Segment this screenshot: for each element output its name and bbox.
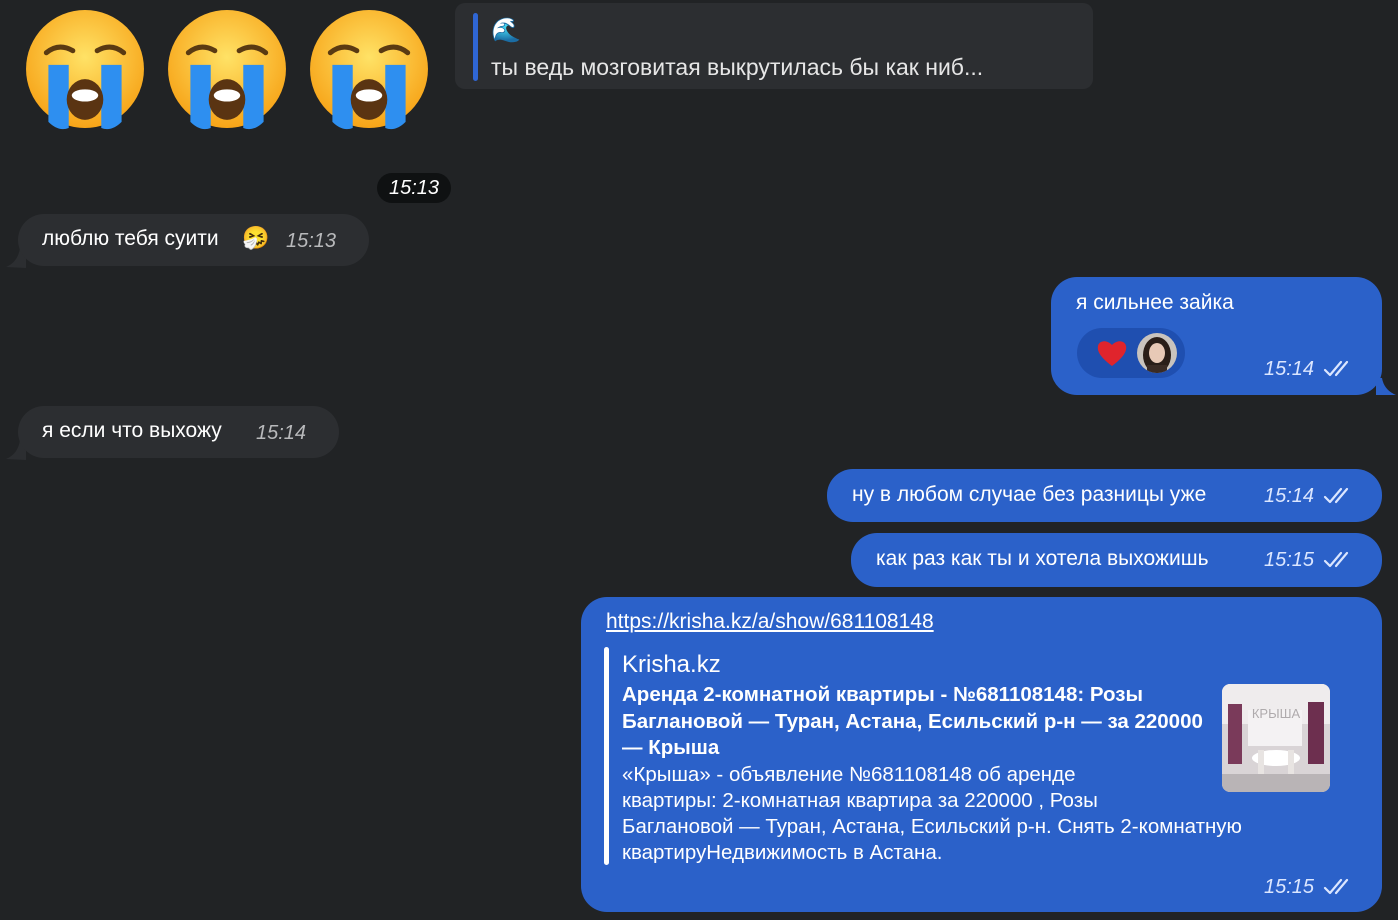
crying-face-emoji-2: [168, 10, 286, 130]
double-check-icon: [1323, 551, 1349, 568]
message-bubble-incoming[interactable]: люблю тебя суити 🤧 15:13: [18, 214, 369, 266]
message-bubble-outgoing[interactable]: как раз как ты и хотела выхожишь 15:15: [851, 533, 1382, 587]
message-text: как раз как ты и хотела выхожишь: [876, 547, 1209, 570]
message-bubble-incoming[interactable]: я если что выхожу 15:14: [18, 406, 339, 458]
double-check-icon: [1323, 878, 1349, 895]
crying-face-emoji-3: [310, 10, 428, 130]
preview-site-name[interactable]: Krisha.kz: [622, 649, 721, 681]
thumbnail-watermark: КРЫША: [1252, 706, 1301, 721]
message-text: ну в любом случае без разницы уже: [852, 483, 1207, 506]
preview-description-line: «Крыша» - объявление №681108148 об аренд…: [622, 763, 1076, 786]
message-time: 15:15: [1264, 549, 1315, 571]
message-time: 15:14: [256, 422, 307, 444]
wave-icon: 🌊: [491, 17, 521, 44]
message-bubble-outgoing[interactable]: ну в любом случае без разницы уже 15:14: [827, 469, 1382, 522]
reply-quote-text: ты ведь мозговитая выкрутилась бы как ни…: [491, 54, 984, 80]
preview-accent-bar: [604, 647, 609, 865]
avatar[interactable]: [1137, 333, 1177, 373]
preview-description-line: Баглановой — Туран, Астана, Есильский р-…: [622, 815, 1242, 838]
message-time: 15:14: [1264, 358, 1315, 380]
reply-accent-bar: [473, 13, 478, 81]
preview-description-line: квартируНедвижимость в Астана.: [622, 841, 943, 864]
double-check-icon: [1323, 360, 1349, 377]
preview-thumbnail[interactable]: КРЫША: [1222, 684, 1330, 792]
message-time: 15:15: [1264, 876, 1315, 898]
bubble-tail: [1376, 378, 1396, 395]
preview-title[interactable]: Аренда 2-комнатной квартиры - №681108148…: [622, 682, 1214, 762]
timestamp-pill: 15:13: [377, 173, 451, 203]
double-check-icon: [1323, 487, 1349, 504]
reply-quote[interactable]: 🌊 ты ведь мозговитая выкрутилась бы как …: [455, 3, 1093, 89]
sneezing-face-emoji: 🤧: [242, 225, 270, 250]
crying-face-emoji-1: [26, 10, 144, 130]
message-text: люблю тебя суити: [42, 227, 219, 250]
reaction-chip[interactable]: [1077, 328, 1185, 378]
message-text: я сильнее зайка: [1076, 291, 1234, 314]
message-time: 15:13: [286, 230, 337, 252]
link-url[interactable]: https://krisha.kz/a/show/681108148: [606, 608, 934, 636]
preview-description-line: квартиры: 2-комнатная квартира за 220000…: [622, 789, 1098, 812]
heart-icon: [1097, 341, 1127, 366]
message-text: я если что выхожу: [42, 419, 222, 442]
message-time: 15:14: [1264, 485, 1315, 507]
